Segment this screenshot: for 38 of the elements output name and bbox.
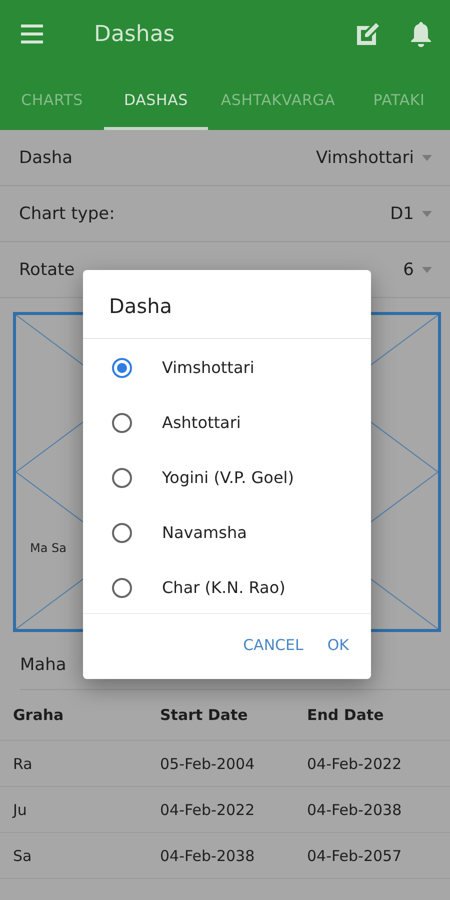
setting-label: Chart type: (19, 204, 116, 224)
planet-label: Ma Sa (30, 541, 66, 555)
table-cell-text: 04-Feb-2022 (160, 800, 256, 818)
app-title: Dashas (94, 22, 176, 46)
dropdown-caret-icon (422, 266, 432, 272)
column-header: Graha (13, 706, 65, 724)
dialog-title: Dasha (83, 270, 371, 339)
table-cell-text: Sa (13, 846, 33, 864)
column-header: Start Date (160, 706, 249, 724)
dropdown-caret-icon (422, 210, 432, 216)
dropdown-caret-icon (422, 154, 432, 160)
tab[interactable]: DASHAS (104, 68, 208, 130)
radio-button[interactable] (112, 522, 132, 542)
dropdown[interactable]: 6 (403, 260, 432, 280)
column-header: End Date (307, 706, 385, 724)
table-cell-text: 04-Feb-2057 (307, 846, 403, 864)
menu-icon[interactable] (20, 24, 46, 44)
dropdown[interactable]: Vimshottari (316, 148, 432, 168)
dropdown[interactable]: D1 (390, 204, 432, 224)
table-cell-text: 04-Feb-2022 (307, 754, 403, 772)
table-cell-text: Ra (13, 754, 34, 772)
radio-button[interactable] (112, 468, 132, 488)
edit-icon[interactable] (356, 22, 380, 46)
option-label[interactable]: Vimshottari (162, 358, 254, 377)
table-cell-text: Ju (13, 800, 28, 818)
radio-button[interactable] (112, 412, 132, 432)
radio-button[interactable] (112, 578, 132, 598)
table-cell-text: 04-Feb-2038 (160, 846, 256, 864)
option-label[interactable]: Yogini (V.P. Goel) (162, 468, 294, 487)
option-label[interactable]: Char (K.N. Rao) (162, 578, 286, 597)
option-label[interactable]: Navamsha (162, 523, 247, 542)
setting-label: Dasha (19, 148, 74, 168)
table-cell-text: 04-Feb-2038 (307, 800, 403, 818)
table-cell-text: 05-Feb-2004 (160, 754, 256, 772)
notification-bell-icon[interactable] (410, 21, 432, 47)
radio-button[interactable] (112, 358, 132, 378)
setting-label: Rotate (19, 260, 76, 280)
option-label[interactable]: Ashtottari (162, 413, 241, 432)
